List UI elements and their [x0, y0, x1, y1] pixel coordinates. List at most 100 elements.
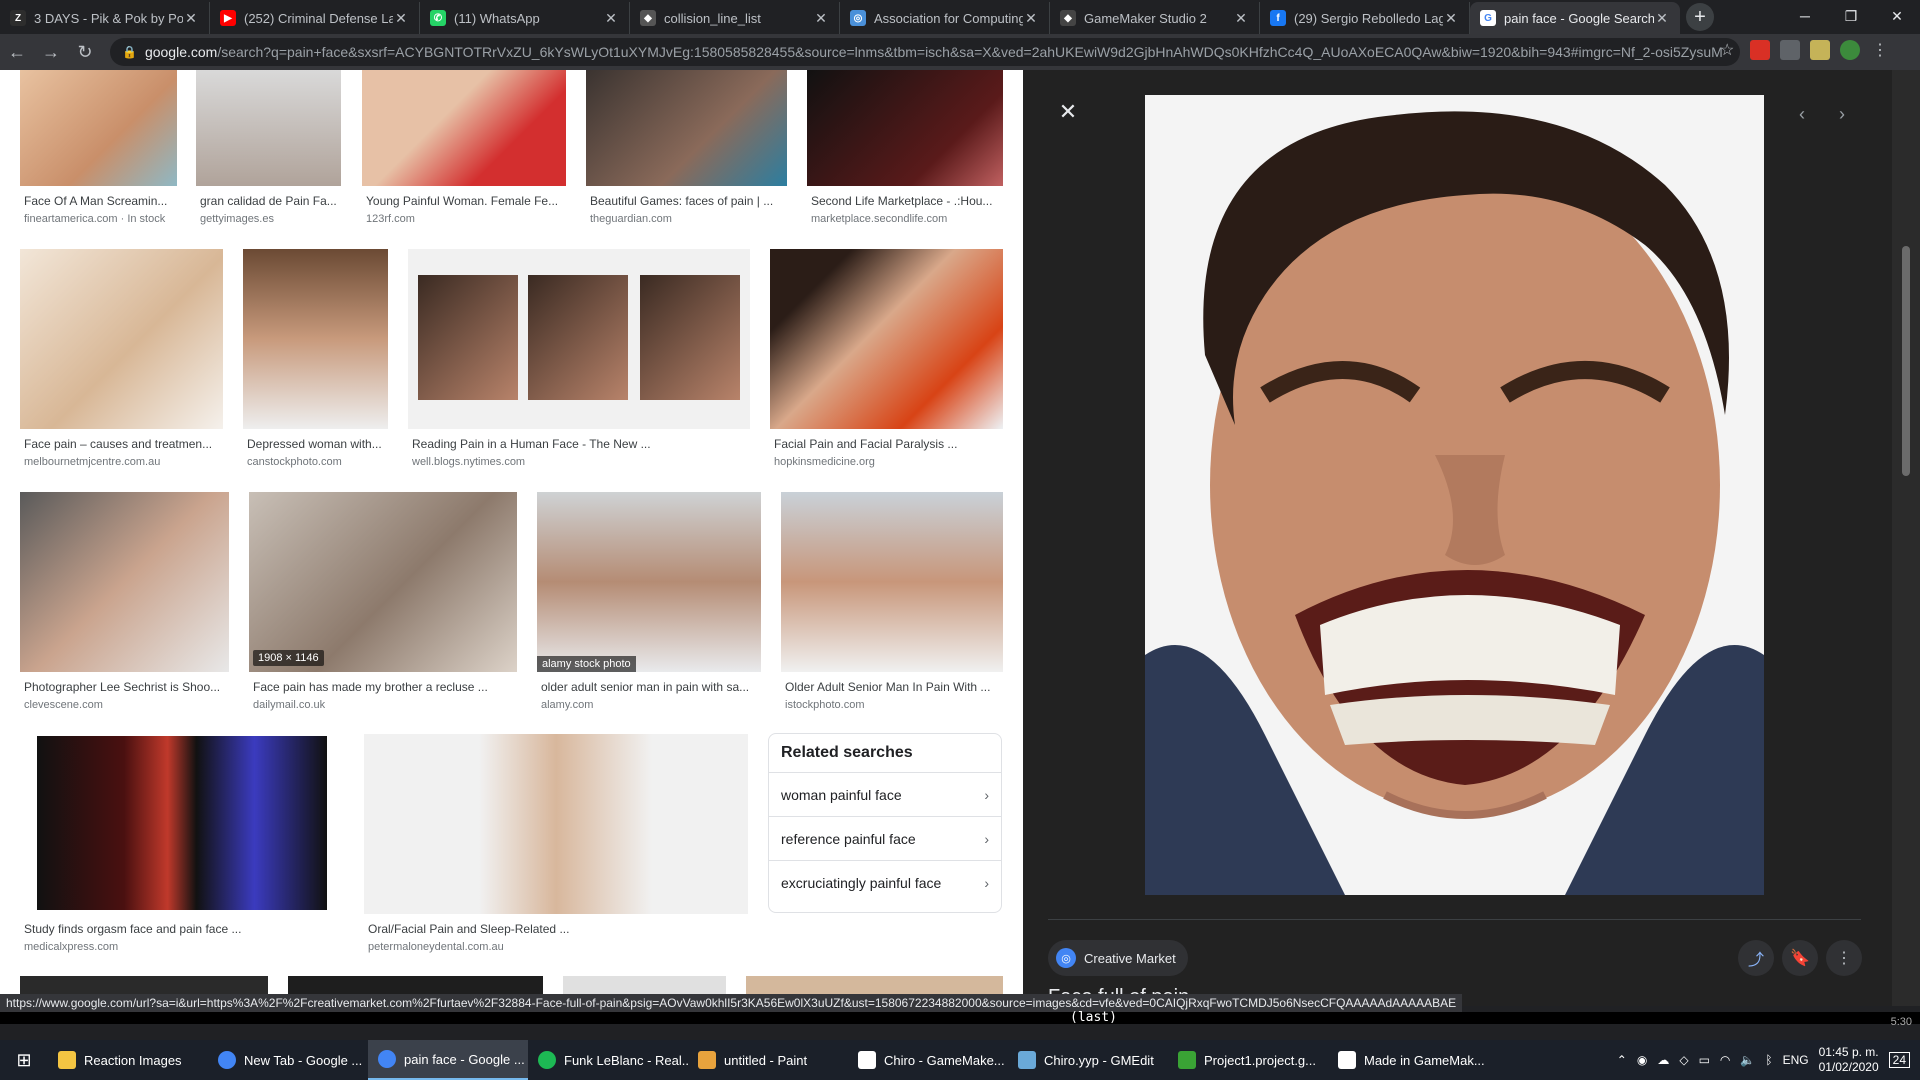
pocket-extension-icon[interactable] [1780, 40, 1800, 60]
browser-tab[interactable]: Z 3 DAYS - Pik & Pok by Posh ✕ [0, 2, 210, 34]
close-window-icon[interactable]: ✕ [1874, 0, 1920, 32]
result-thumbnail[interactable] [770, 249, 1003, 429]
more-options-icon[interactable]: ⋮ [1826, 940, 1862, 976]
result-caption[interactable]: Facial Pain and Facial Paralysis ... [774, 437, 1004, 451]
taskbar-item[interactable]: Made in GameMak... [1328, 1040, 1488, 1080]
previous-image-icon[interactable]: ‹ [1790, 102, 1814, 126]
browser-tab[interactable]: ◎ Association for Computing ✕ [840, 2, 1050, 34]
result-caption[interactable]: Face Of A Man Screamin... [24, 194, 174, 208]
steam-icon[interactable]: ◉ [1637, 1053, 1647, 1067]
dropbox-icon[interactable]: ◇ [1679, 1053, 1688, 1067]
close-tab-icon[interactable]: ✕ [813, 10, 829, 27]
taskbar-item[interactable]: Funk LeBlanc - Real... [528, 1040, 688, 1080]
result-thumbnail[interactable] [364, 734, 748, 914]
new-tab-button[interactable]: + [1686, 3, 1714, 31]
extension-icons: ☆ ⋮ [1720, 40, 1890, 60]
result-thumbnail[interactable] [362, 70, 566, 186]
result-thumbnail[interactable] [20, 70, 177, 186]
profile-avatar-icon[interactable] [1840, 40, 1860, 60]
result-thumbnail[interactable] [20, 734, 344, 914]
related-search-item[interactable]: excruciatingly painful face › [769, 860, 1001, 904]
notifications-icon[interactable]: 24 [1888, 1052, 1910, 1068]
taskbar-item-active[interactable]: pain face - Google ... [368, 1040, 528, 1080]
result-caption[interactable]: Photographer Lee Sechrist is Shoo... [24, 680, 229, 694]
reload-icon[interactable]: ↻ [68, 35, 102, 69]
related-search-item[interactable]: woman painful face › [769, 772, 1001, 816]
result-caption[interactable]: Beautiful Games: faces of pain | ... [590, 194, 790, 208]
extension-icon[interactable] [1810, 40, 1830, 60]
result-thumbnail[interactable] [196, 70, 341, 186]
show-hidden-icons-icon[interactable]: ⌃ [1617, 1053, 1627, 1067]
close-tab-icon[interactable]: ✕ [603, 10, 619, 27]
menu-dots-icon[interactable]: ⋮ [1870, 40, 1890, 60]
restore-icon[interactable]: ❐ [1828, 0, 1874, 32]
browser-tab-active[interactable]: Gpain face - Google Search ✕ [1470, 2, 1680, 34]
taskbar-item[interactable]: Reaction Images [48, 1040, 208, 1080]
result-caption[interactable]: Older Adult Senior Man In Pain With ... [785, 680, 1005, 694]
taskbar-item[interactable]: Project1.project.g... [1168, 1040, 1328, 1080]
taskbar-item[interactable]: Chiro - GameMake... [848, 1040, 1008, 1080]
result-caption[interactable]: Face pain – causes and treatmen... [24, 437, 224, 451]
image-results-grid: Face Of A Man Screamin... fineartamerica… [0, 70, 1023, 1006]
related-search-item[interactable]: reference painful face › [769, 816, 1001, 860]
close-tab-icon[interactable]: ✕ [183, 10, 199, 27]
browser-tab[interactable]: ◆ GameMaker Studio 2 ✕ [1050, 2, 1260, 34]
selected-image-preview[interactable] [1145, 95, 1764, 895]
close-viewer-icon[interactable]: ✕ [1056, 99, 1080, 124]
result-thumbnail[interactable] [20, 249, 223, 429]
result-thumbnail[interactable] [781, 492, 1003, 672]
onedrive-icon[interactable]: ☁ [1657, 1053, 1669, 1067]
viewer-scrollbar[interactable] [1892, 70, 1920, 1006]
gmail-extension-icon[interactable] [1750, 40, 1770, 60]
battery-icon[interactable]: ▭ [1699, 1053, 1710, 1067]
forward-arrow-icon[interactable]: → [34, 35, 68, 69]
result-caption[interactable]: Oral/Facial Pain and Sleep-Related ... [368, 922, 748, 936]
result-thumbnail[interactable] [807, 70, 1003, 186]
result-caption[interactable]: Depressed woman with... [247, 437, 392, 451]
result-thumbnail[interactable] [243, 249, 388, 429]
windows-start-icon[interactable]: ⊞ [0, 1040, 48, 1080]
scrollbar-thumb[interactable] [1902, 246, 1910, 476]
result-thumbnail[interactable] [20, 492, 229, 672]
volume-icon[interactable]: 🔈 [1740, 1053, 1755, 1067]
related-searches-card: Related searches woman painful face › ref… [768, 733, 1002, 913]
next-image-icon[interactable]: › [1830, 102, 1854, 126]
wifi-icon[interactable]: ◠ [1720, 1053, 1730, 1067]
result-caption[interactable]: gran calidad de Pain Fa... [200, 194, 345, 208]
taskbar-item[interactable]: Chiro.yyp - GMEdit [1008, 1040, 1168, 1080]
bluetooth-icon[interactable]: ᛒ [1765, 1053, 1772, 1067]
result-caption[interactable]: Face pain has made my brother a recluse … [253, 680, 518, 694]
result-thumbnail[interactable] [586, 70, 787, 186]
share-icon[interactable]: ⤴ [1738, 940, 1774, 976]
taskbar-item[interactable]: New Tab - Google ... [208, 1040, 368, 1080]
close-tab-icon[interactable]: ✕ [393, 10, 409, 27]
browser-tab[interactable]: ▶ (252) Criminal Defense Law ✕ [210, 2, 420, 34]
browser-tab[interactable]: ✆ (11) WhatsApp ✕ [420, 2, 630, 34]
source-site-chip[interactable]: ◎ Creative Market [1048, 940, 1188, 976]
back-arrow-icon[interactable]: ← [0, 35, 34, 69]
star-icon[interactable]: ☆ [1720, 40, 1740, 60]
language-indicator[interactable]: ENG [1783, 1053, 1809, 1067]
minimize-icon[interactable]: ─ [1782, 0, 1828, 32]
facebook-icon: f [1270, 10, 1286, 26]
result-thumbnail[interactable]: 1908 × 1146 [249, 492, 517, 672]
save-bookmark-icon[interactable]: 🔖 [1782, 940, 1818, 976]
result-caption[interactable]: older adult senior man in pain with sa..… [541, 680, 763, 694]
result-caption[interactable]: Young Painful Woman. Female Fe... [366, 194, 566, 208]
close-tab-icon[interactable]: ✕ [1233, 10, 1249, 27]
close-tab-icon[interactable]: ✕ [1443, 10, 1459, 27]
result-caption[interactable]: Second Life Marketplace - .:Hou... [811, 194, 1001, 208]
system-clock[interactable]: 01:45 p. m. 01/02/2020 [1819, 1045, 1879, 1075]
result-caption[interactable]: Study finds orgasm face and pain face ..… [24, 922, 344, 936]
close-tab-icon[interactable]: ✕ [1023, 10, 1039, 27]
overlay-right-label: 5:30 [1890, 1016, 1912, 1028]
result-caption[interactable]: Reading Pain in a Human Face - The New .… [412, 437, 752, 451]
browser-tab[interactable]: f (29) Sergio Rebolledo Lagu ✕ [1260, 2, 1470, 34]
result-source: petermaloneydental.com.au [368, 941, 504, 953]
close-tab-icon[interactable]: ✕ [1654, 10, 1670, 27]
result-thumbnail[interactable]: alamy stock photo [537, 492, 761, 672]
taskbar-item[interactable]: untitled - Paint [688, 1040, 848, 1080]
address-bar[interactable]: 🔒 google.com/search?q=pain+face&sxsrf=AC… [110, 38, 1740, 66]
result-source: istockphoto.com [785, 699, 865, 711]
browser-tab[interactable]: ◆ collision_line_list ✕ [630, 2, 840, 34]
